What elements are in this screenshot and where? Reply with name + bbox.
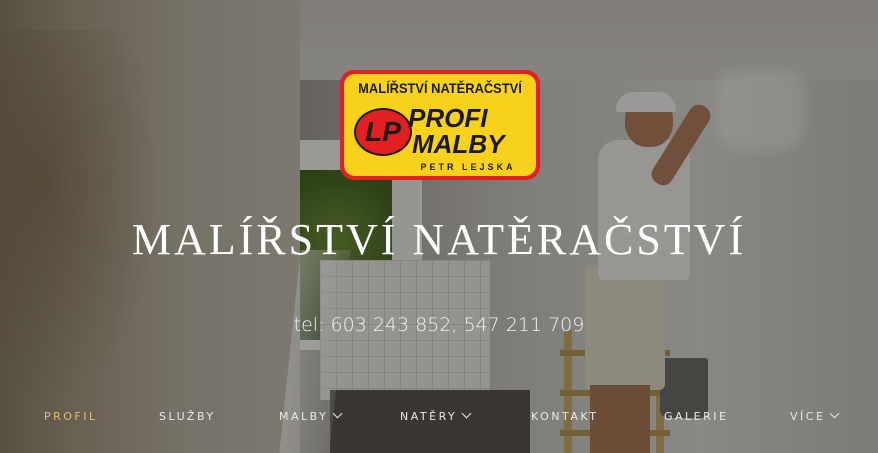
chevron-down-icon: [461, 408, 472, 419]
nav-item-galerie[interactable]: GALERIE: [664, 407, 728, 427]
page-title: MALÍŘSTVÍ NATĚRAČSTVÍ: [131, 215, 747, 264]
nav-item-vice[interactable]: VÍCE: [790, 407, 840, 427]
chevron-down-icon: [332, 408, 343, 419]
nav-item-label: VÍCE: [790, 410, 826, 423]
nav-item-label: KONTAKT: [531, 410, 599, 423]
nav-item-profil[interactable]: PROFIL: [44, 407, 98, 427]
company-logo[interactable]: MALÍŘSTVÍ NATĚRAČSTVÍ LP PROFI MALBY PET…: [340, 70, 540, 180]
nav-item-natery[interactable]: NATĚRY: [400, 407, 472, 427]
phone-numbers: tel: 603 243 852, 547 211 709: [293, 314, 585, 336]
nav-item-label: MALBY: [279, 410, 329, 423]
logo-line1: PROFI: [408, 103, 488, 133]
nav-item-label: SLUŽBY: [159, 410, 216, 423]
nav-item-malby[interactable]: MALBY: [279, 407, 343, 427]
logo-monogram: LP: [354, 108, 412, 156]
nav-item-label: GALERIE: [664, 410, 729, 423]
chevron-down-icon: [829, 408, 840, 419]
hero-section: MALÍŘSTVÍ NATĚRAČSTVÍ LP PROFI MALBY PET…: [0, 0, 878, 453]
logo-line2: MALBY: [412, 129, 505, 159]
main-navigation: PROFIL SLUŽBY MALBY NATĚRY KONTAKT GALER…: [0, 407, 878, 429]
nav-item-sluzby[interactable]: SLUŽBY: [159, 407, 216, 427]
logo-owner: PETR LEJSKA: [420, 162, 516, 172]
nav-item-label: PROFIL: [44, 410, 98, 423]
nav-item-kontakt[interactable]: KONTAKT: [531, 407, 598, 427]
nav-item-label: NATĚRY: [400, 410, 458, 423]
logo-tagline: MALÍŘSTVÍ NATĚRAČSTVÍ: [358, 80, 522, 96]
